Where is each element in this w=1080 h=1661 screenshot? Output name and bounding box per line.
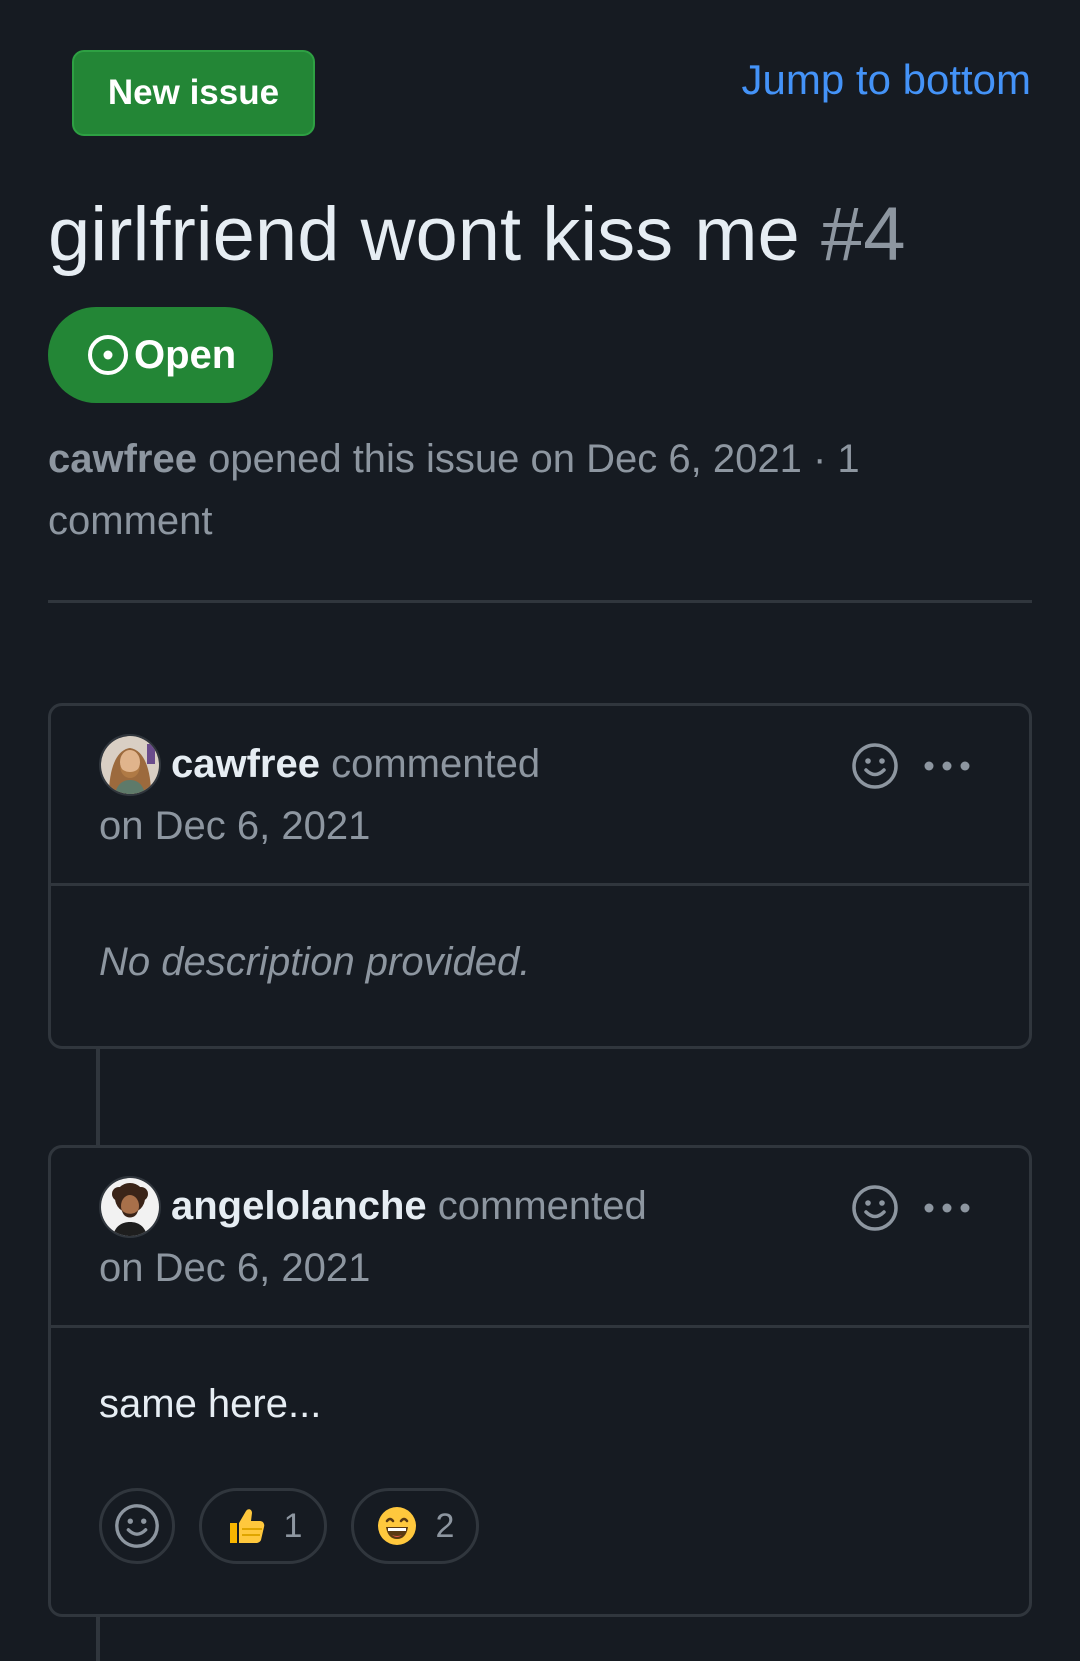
issue-title: girlfriend wont kiss me #4 <box>48 190 905 280</box>
issue-opened-icon <box>88 335 128 375</box>
avatar[interactable] <box>99 1176 161 1238</box>
comment-header: cawfree commented on Dec 6, 2021 <box>51 706 1029 886</box>
header-divider <box>48 600 1032 603</box>
smiley-icon <box>115 1504 159 1548</box>
avatar-bearded-man-icon <box>101 736 159 794</box>
comment-body: same here... 1 2 <box>51 1328 1029 1614</box>
comment-body-text: same here... <box>99 1382 322 1426</box>
thumbs-up-icon <box>229 1509 264 1543</box>
avatar[interactable] <box>99 734 161 796</box>
comment-body-text: No description provided. <box>99 940 531 984</box>
smiley-icon[interactable] <box>849 1182 901 1234</box>
issue-state-badge: Open <box>48 307 273 403</box>
reaction-count: 1 <box>283 1507 303 1545</box>
issue-meta: cawfree opened this issue on Dec 6, 2021… <box>48 428 908 552</box>
reaction-laugh-button[interactable]: 2 <box>351 1488 479 1564</box>
add-reaction-button[interactable] <box>99 1488 175 1564</box>
comment-action-text: commented <box>437 1184 647 1228</box>
issue-author-link[interactable]: cawfree <box>48 437 197 481</box>
comment-card: cawfree commented on Dec 6, 2021 No desc… <box>48 703 1032 1049</box>
issue-number: #4 <box>820 192 906 277</box>
reaction-thumbs-up-button[interactable]: 1 <box>199 1488 327 1564</box>
comment-card: angelolanche commented on Dec 6, 2021 sa… <box>48 1145 1032 1617</box>
smiley-icon[interactable] <box>849 740 901 792</box>
comment-timestamp[interactable]: on Dec 6, 2021 <box>99 798 370 854</box>
new-issue-label: New issue <box>107 73 280 112</box>
reactions-bar: 1 2 <box>99 1488 479 1564</box>
avatar-curly-hair-man-icon <box>101 1178 159 1236</box>
comment-body: No description provided. <box>51 886 1029 990</box>
reaction-count: 2 <box>435 1507 455 1545</box>
kebab-menu-icon[interactable] <box>921 1198 973 1218</box>
issue-title-text: girlfriend wont kiss me <box>48 192 800 277</box>
comment-action-text: commented <box>331 742 541 786</box>
issue-state-label: Open <box>134 332 237 377</box>
jump-to-bottom-link[interactable]: Jump to bottom <box>742 56 1031 104</box>
comment-author-link[interactable]: cawfree <box>171 742 320 786</box>
comment-timestamp[interactable]: on Dec 6, 2021 <box>99 1240 370 1296</box>
timeline-connector <box>96 1614 100 1661</box>
comment-author-link[interactable]: angelolanche <box>171 1184 427 1228</box>
new-issue-button[interactable]: New issue <box>72 50 315 136</box>
comment-author-line: cawfree commented <box>171 736 540 792</box>
kebab-menu-icon[interactable] <box>921 756 973 776</box>
comment-header: angelolanche commented on Dec 6, 2021 <box>51 1148 1029 1328</box>
timeline-connector <box>96 1046 100 1146</box>
comment-author-line: angelolanche commented <box>171 1178 647 1234</box>
laughing-face-icon <box>377 1507 416 1545</box>
